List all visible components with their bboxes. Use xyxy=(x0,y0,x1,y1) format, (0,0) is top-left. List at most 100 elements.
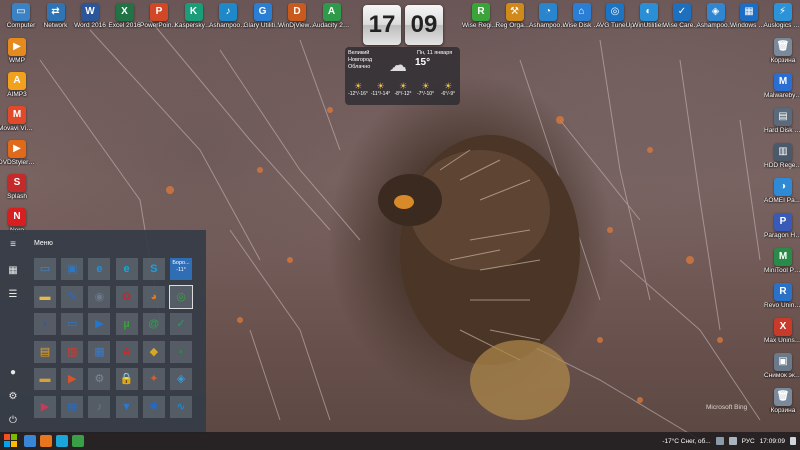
download-icon[interactable]: ▼ xyxy=(115,395,138,418)
pdf-icon[interactable]: A xyxy=(115,340,138,363)
desktop-shortcut[interactable]: MMovavi Video... xyxy=(0,106,36,132)
clock-minutes: 09 xyxy=(405,5,443,45)
desktop-shortcut[interactable]: ♪Ashampoo Music Studio xyxy=(209,3,247,29)
firefox-icon[interactable]: ◕ xyxy=(142,285,165,308)
chrome-icon[interactable]: ◎ xyxy=(169,284,193,309)
all-apps-icon[interactable]: ☰ xyxy=(6,288,20,302)
desktop-shortcut[interactable]: ▥HDD Regen Copy Tool xyxy=(764,143,800,169)
shield-icon[interactable]: ✓ xyxy=(170,313,192,335)
desktop-shortcut[interactable]: RWise Registry Cleaner xyxy=(462,3,500,29)
weather-tile-city: Боро... xyxy=(172,260,190,266)
desktop-shortcut[interactable]: PParagon Hard Disk... xyxy=(764,213,800,239)
language-indicator[interactable]: РУС xyxy=(742,438,755,445)
edge-icon[interactable]: e xyxy=(115,258,138,280)
tray-clock[interactable]: 17:09:09 xyxy=(760,438,785,445)
weather-tile-temp: -11° xyxy=(176,267,186,273)
desktop-shortcut[interactable]: W Word 2016 xyxy=(71,3,109,29)
puzzle-icon[interactable]: ✦ xyxy=(142,368,165,390)
desktop-shortcut[interactable]: ⚡Auslogics BoostSpeed xyxy=(764,3,800,29)
volume-icon[interactable] xyxy=(728,437,737,445)
desktop-shortcut[interactable]: 🗑 Корзина xyxy=(764,38,800,64)
calculator-icon[interactable]: ▦ xyxy=(88,340,111,363)
store-icon[interactable]: ▤ xyxy=(34,340,56,363)
clock-weather-gadget[interactable]: 17 09 Великий Новгород Облачно ☁ Пн, 11 … xyxy=(345,3,460,105)
weather-temp: 15° xyxy=(415,57,431,68)
weather-tile[interactable]: Боро... -11° xyxy=(170,258,192,280)
calendar-icon[interactable]: ▦ xyxy=(61,395,84,418)
mail-icon[interactable]: @ xyxy=(142,313,165,335)
powershell-icon[interactable]: › xyxy=(34,313,56,335)
desktop-shortcut[interactable]: A AIMP3 xyxy=(0,72,36,98)
desktop-shortcut-label: Splash xyxy=(7,193,27,200)
lock-icon[interactable]: 🔒 xyxy=(115,368,138,390)
desktop-shortcut[interactable]: ⚒Reg Organizer xyxy=(496,3,534,29)
desktop-shortcut[interactable]: RRevo Uninstaller xyxy=(764,283,800,309)
photos-icon[interactable]: ▣ xyxy=(61,258,84,280)
desktop-shortcut[interactable]: ◎ AVG TuneUp xyxy=(596,3,634,29)
desktop-shortcut[interactable]: DWinDjView Ciel... xyxy=(278,3,316,29)
user-avatar[interactable]: ● xyxy=(6,366,20,380)
desktop-shortcut[interactable]: ⇄ Network xyxy=(37,3,75,29)
desktop-shortcut[interactable]: KKaspersky Free xyxy=(175,3,213,29)
taskbar-chrome-icon[interactable] xyxy=(72,435,84,447)
tray-weather-text[interactable]: -17°C Снег, об... xyxy=(662,438,710,445)
gold-app-icon[interactable]: ◆ xyxy=(142,340,165,363)
taskbar-firefox-icon[interactable] xyxy=(40,435,52,447)
desktop-shortcut[interactable]: ◑AOMEI Partition... xyxy=(764,178,800,204)
desktop-shortcut[interactable]: ▶ WMP xyxy=(0,38,36,64)
desktop-shortcut-label: AIMP3 xyxy=(7,91,27,98)
color-icon[interactable]: ◈ xyxy=(170,368,192,390)
windows-start-icon[interactable] xyxy=(4,434,18,448)
hamburger-icon[interactable]: ≡ xyxy=(6,238,20,252)
aimp-icon: A xyxy=(8,72,26,90)
gear-icon[interactable]: ⚙ xyxy=(88,368,111,390)
remote-desktop-icon[interactable]: ▭ xyxy=(61,313,84,335)
internet-explorer-icon[interactable]: e xyxy=(88,258,111,280)
desktop-shortcut[interactable]: ▤Hard Disk Low Lev... xyxy=(764,108,800,134)
desktop-shortcut[interactable]: ◈Ashampoo WinOpti... xyxy=(697,3,735,29)
desktop-shortcut[interactable]: 🗑 Корзина xyxy=(764,388,800,414)
green-app-icon[interactable]: ▪ xyxy=(170,340,192,363)
desktop-shortcut[interactable]: ◐ WinUtilities xyxy=(630,3,668,29)
volume-icon[interactable]: ♪ xyxy=(88,395,111,418)
news-icon[interactable]: ▥ xyxy=(61,340,84,363)
desktop-shortcut-label: DVDStyler Media... xyxy=(0,159,36,166)
file-manager-icon[interactable]: ▬ xyxy=(34,285,56,308)
desktop-shortcut[interactable]: ◔Ashampoo WinOptimizer xyxy=(529,3,567,29)
bluetooth-icon[interactable]: ✱ xyxy=(142,395,165,418)
play-icon[interactable]: ▶ xyxy=(61,368,84,390)
desktop-shortcut[interactable]: S Splash xyxy=(0,174,36,200)
desktop-shortcut-label: AVG TuneUp xyxy=(596,22,634,29)
desktop-shortcut[interactable]: MMiniTool Partition... xyxy=(764,248,800,274)
desktop-shortcut[interactable]: ✓Wise Care 365 xyxy=(663,3,701,29)
paint-icon[interactable]: ✎ xyxy=(61,285,84,308)
settings-gear-icon[interactable]: ⚙ xyxy=(6,390,20,404)
desktop-shortcut[interactable]: ⌂Wise Disk Cleaner xyxy=(563,3,601,29)
taskbar-explorer-icon[interactable] xyxy=(24,435,36,447)
desktop-shortcut[interactable]: ▣Снимок экрана xyxy=(764,353,800,379)
notifications-icon[interactable] xyxy=(790,437,796,445)
desktop-shortcut[interactable]: GGlary Utilities 5 xyxy=(244,3,282,29)
sun-cloud-icon: ☀ xyxy=(376,81,385,91)
desktop-shortcut[interactable]: MMalwarebytes xyxy=(764,73,800,99)
skype-icon[interactable]: S xyxy=(142,258,165,280)
taskbar-edge-icon[interactable] xyxy=(56,435,68,447)
desktop-shortcut[interactable]: PPowerPoint 2016 xyxy=(140,3,178,29)
desktop-shortcut[interactable]: ▦Windows 10 Manager xyxy=(730,3,768,29)
opera-icon[interactable]: O xyxy=(115,285,138,308)
torrent-icon[interactable]: µ xyxy=(115,313,138,335)
power-icon[interactable]: ⏻ xyxy=(6,414,20,428)
network-icon[interactable] xyxy=(715,437,724,445)
folder-icon[interactable]: ▬ xyxy=(34,368,56,390)
desktop-shortcut[interactable]: ▶DVDStyler Media... xyxy=(0,140,36,166)
start-menu-title: Меню xyxy=(34,240,53,247)
tiles-icon[interactable]: ▦ xyxy=(6,264,20,278)
media-player-icon[interactable]: ▶ xyxy=(88,313,111,335)
desktop-shortcut[interactable]: XMax Uninstaller xyxy=(764,318,800,344)
explorer-icon[interactable]: ▭ xyxy=(34,258,56,280)
pulse-icon[interactable]: ∿ xyxy=(170,395,192,418)
desktop-shortcut[interactable]: X Excel 2016 xyxy=(106,3,144,29)
video-icon[interactable]: ▶ xyxy=(34,395,56,418)
desktop-shortcut[interactable]: ▭ Computer xyxy=(2,3,40,29)
camera-icon[interactable]: ◉ xyxy=(88,285,111,308)
